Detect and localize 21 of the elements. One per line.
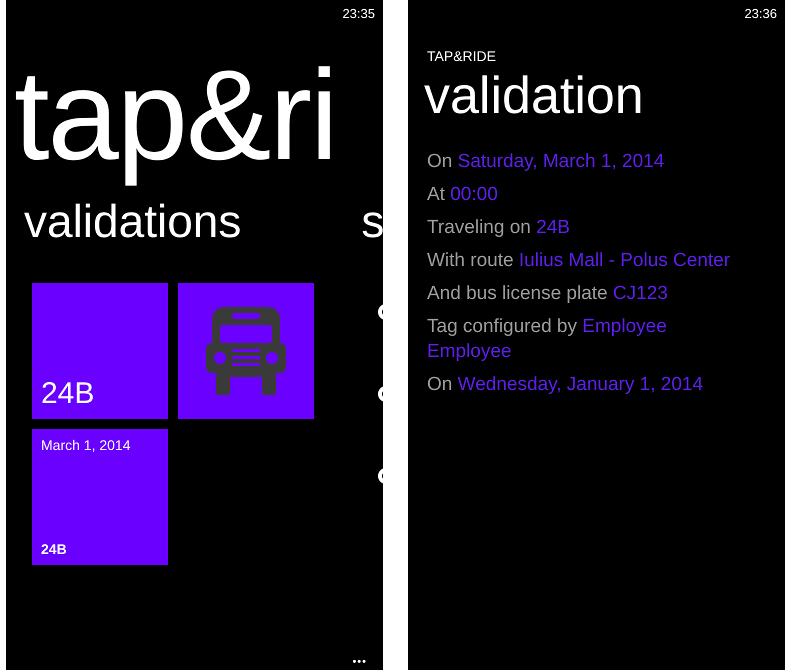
tile-date: March 1, 2014 <box>41 436 130 453</box>
bus-tile[interactable] <box>178 282 314 419</box>
pivot-header[interactable]: s <box>361 196 383 247</box>
route-tile[interactable]: 24B <box>32 282 168 419</box>
page-title: validation <box>424 68 645 126</box>
trip-tile[interactable]: March 1, 2014 24B <box>32 428 168 565</box>
detail-line: Traveling on 24B <box>427 216 571 240</box>
tile-label: 24B <box>41 540 67 557</box>
detail-line: And bus license plate CJ123 <box>427 282 669 306</box>
status-time: 23:36 <box>744 6 777 23</box>
detail-line: On Saturday, March 1, 2014 <box>427 150 666 174</box>
detail-line: With route Iulius Mall - Polus Center <box>427 249 732 274</box>
app-name: TAP&RIDE <box>427 48 497 64</box>
app-title: tap&ri <box>14 43 336 189</box>
pivot-header[interactable]: validations <box>24 196 242 247</box>
detail-line: On Wednesday, January 1, 2014 <box>427 373 704 398</box>
more-button[interactable]: ••• <box>352 656 367 668</box>
tile-label: 24B <box>41 376 94 411</box>
detail-line: Tag configured by Employee Employee <box>427 315 668 364</box>
detail-line: At 00:00 <box>427 183 499 208</box>
status-time: 23:35 <box>342 6 375 23</box>
